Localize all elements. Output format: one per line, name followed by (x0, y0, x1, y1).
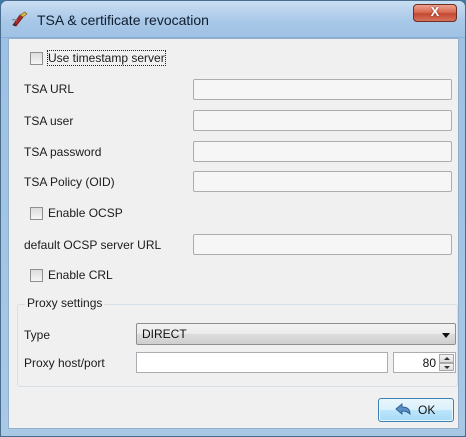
enable-ocsp-checkbox[interactable] (30, 206, 43, 220)
tsa-url-field[interactable] (193, 79, 452, 100)
tsa-password-label: TSA password (24, 145, 102, 159)
proxy-type-label: Type (24, 328, 51, 342)
tsa-user-field[interactable] (193, 110, 452, 131)
proxy-type-select[interactable]: DIRECT (136, 323, 456, 345)
enable-crl-row[interactable]: Enable CRL (30, 268, 113, 282)
dialog-content: Use timestamp server TSA URL TSA user TS… (8, 38, 459, 429)
proxy-settings-group (17, 304, 458, 387)
proxy-port-value: 80 (422, 356, 436, 370)
port-decrement-button[interactable] (439, 362, 454, 371)
enable-ocsp-row[interactable]: Enable OCSP (30, 206, 123, 220)
ocsp-url-label: default OCSP server URL (24, 238, 162, 252)
undo-arrow-icon (395, 403, 413, 417)
tsa-password-field[interactable] (193, 141, 452, 162)
title-bar[interactable]: TSA & certificate revocation X (1, 1, 465, 38)
arrow-up-icon (444, 357, 450, 360)
use-timestamp-server-label: Use timestamp server (47, 50, 166, 66)
use-timestamp-server-row[interactable]: Use timestamp server (30, 50, 166, 66)
port-increment-button[interactable] (439, 354, 454, 363)
close-button[interactable]: X (413, 4, 457, 22)
ocsp-url-field[interactable] (193, 234, 452, 255)
tsa-policy-label: TSA Policy (OID) (24, 175, 115, 189)
arrow-down-icon (444, 365, 450, 369)
tsa-url-label: TSA URL (24, 82, 75, 96)
proxy-port-spinner[interactable]: 80 (393, 352, 456, 373)
enable-crl-checkbox[interactable] (30, 268, 43, 282)
proxy-type-value: DIRECT (142, 327, 187, 341)
close-icon: X (430, 4, 440, 19)
tsa-policy-field[interactable] (193, 171, 452, 192)
proxy-settings-title: Proxy settings (25, 296, 105, 310)
proxy-host-label: Proxy host/port (24, 356, 105, 370)
tsa-user-label: TSA user (24, 114, 74, 128)
port-spin-buttons (439, 354, 454, 371)
ok-label: OK (418, 403, 436, 417)
enable-ocsp-label: Enable OCSP (48, 206, 123, 220)
proxy-host-field[interactable] (136, 352, 388, 373)
ok-button[interactable]: OK (378, 398, 454, 422)
use-timestamp-server-checkbox[interactable] (30, 51, 43, 65)
enable-crl-label: Enable CRL (48, 268, 113, 282)
window-title: TSA & certificate revocation (37, 12, 209, 28)
chevron-down-icon (441, 329, 451, 339)
pen-nib-icon (11, 11, 29, 27)
dialog-window: TSA & certificate revocation X Use times… (0, 0, 466, 437)
